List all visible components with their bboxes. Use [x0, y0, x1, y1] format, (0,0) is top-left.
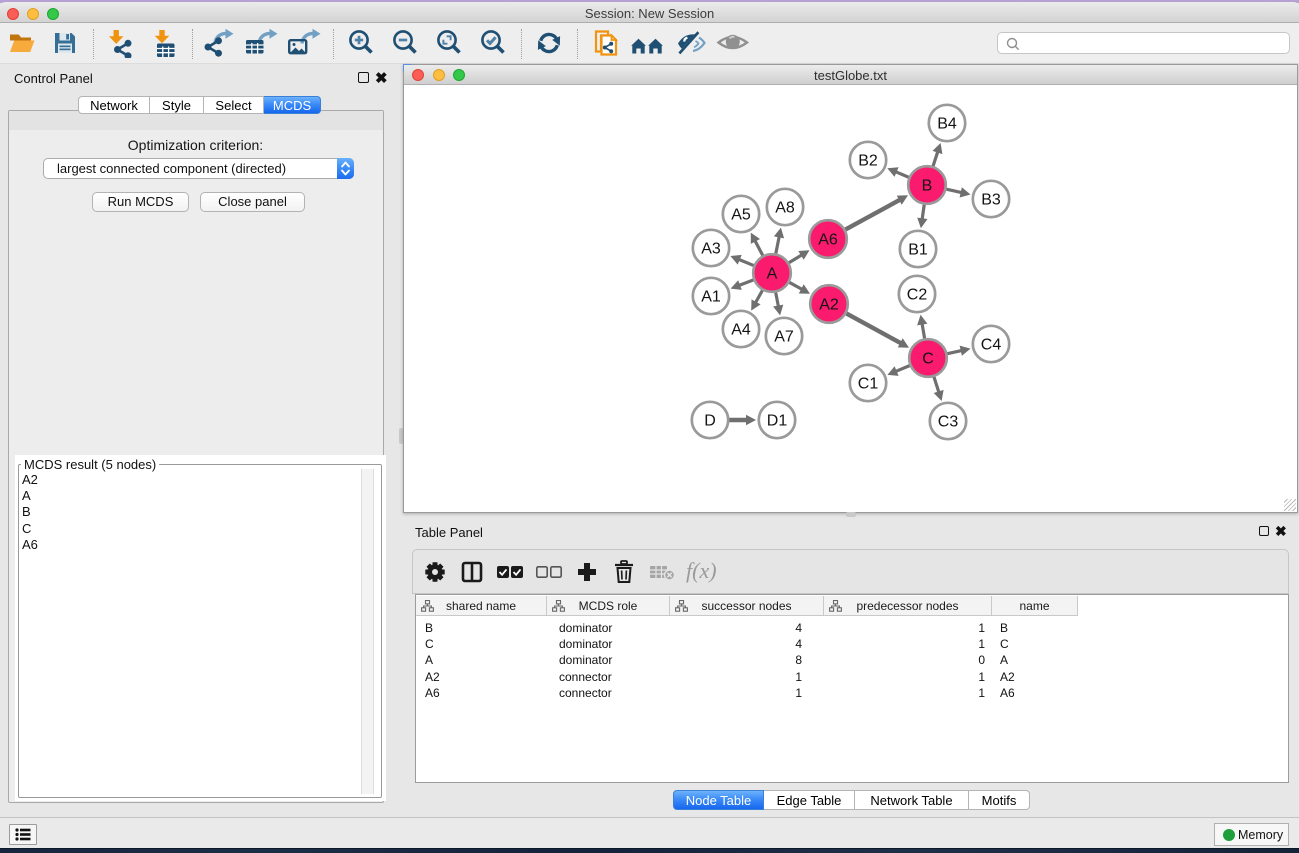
svg-text:A3: A3 — [701, 241, 721, 258]
svg-text:B4: B4 — [937, 116, 957, 133]
svg-text:A4: A4 — [731, 322, 751, 339]
svg-text:C2: C2 — [907, 287, 928, 304]
svg-text:C: C — [922, 351, 934, 368]
svg-text:D1: D1 — [767, 413, 788, 430]
svg-text:A5: A5 — [731, 207, 751, 224]
svg-text:A2: A2 — [819, 297, 839, 314]
svg-text:A8: A8 — [775, 200, 795, 217]
svg-text:A1: A1 — [701, 289, 721, 306]
svg-text:B3: B3 — [981, 192, 1001, 209]
svg-text:A: A — [767, 266, 778, 283]
svg-text:C4: C4 — [981, 337, 1002, 354]
svg-text:D: D — [704, 413, 716, 430]
svg-text:B1: B1 — [908, 242, 928, 259]
svg-text:C3: C3 — [938, 414, 959, 431]
svg-text:A7: A7 — [774, 329, 794, 346]
svg-text:C1: C1 — [858, 376, 879, 393]
svg-text:B2: B2 — [858, 153, 878, 170]
svg-text:B: B — [922, 178, 933, 195]
svg-text:A6: A6 — [818, 232, 838, 249]
